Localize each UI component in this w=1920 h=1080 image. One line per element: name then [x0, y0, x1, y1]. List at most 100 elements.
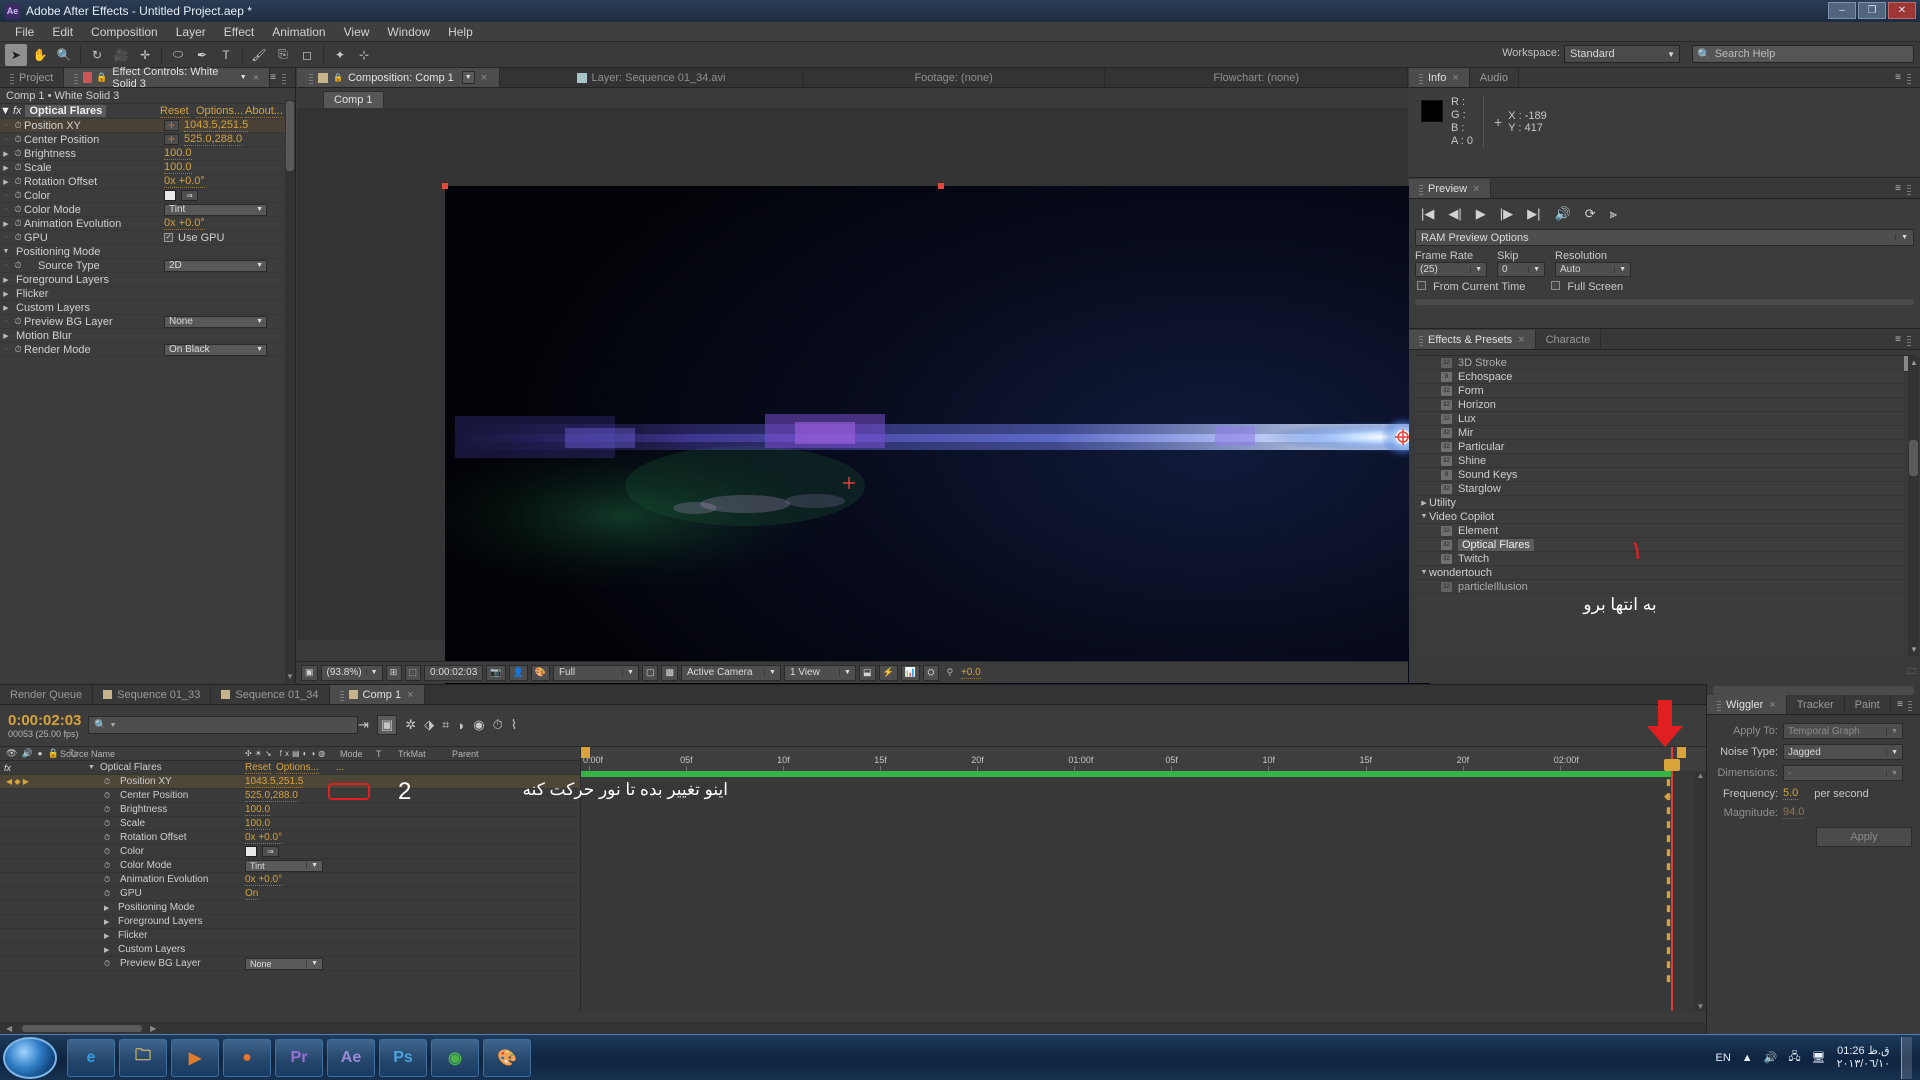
- menu-layer[interactable]: Layer: [167, 22, 215, 42]
- twirl-down-icon[interactable]: ▼: [88, 764, 95, 771]
- stopwatch-icon[interactable]: ⏱: [12, 316, 24, 327]
- timeline-prop-value[interactable]: 1043.5,251.5: [245, 776, 304, 788]
- next-frame-icon[interactable]: |▶: [1500, 206, 1513, 222]
- effect-controls-scrollbar[interactable]: ▼: [285, 100, 295, 683]
- effect-options-link[interactable]: Options...: [196, 105, 244, 118]
- camera-tool-icon[interactable]: 🎥: [110, 44, 132, 66]
- menu-file[interactable]: File: [6, 22, 43, 42]
- twirl-right-icon[interactable]: ▶: [0, 290, 12, 298]
- solo-icon[interactable]: ●: [38, 749, 43, 758]
- effect-list-item[interactable]: ▼ wondertouch: [1415, 566, 1904, 580]
- wiggler-top-scrollbar[interactable]: [1713, 686, 1914, 695]
- timeline-prop-value[interactable]: 0x +0.0°: [245, 874, 283, 886]
- panel-menu-icon[interactable]: ≡: [270, 72, 276, 83]
- timeline-tab-sequence-01-34[interactable]: Sequence 01_34: [211, 685, 330, 704]
- effect-row-value[interactable]: 0x +0.0°: [164, 217, 205, 230]
- effect-list-item[interactable]: 32 Starglow: [1415, 482, 1904, 496]
- stopwatch-icon[interactable]: ⏱: [104, 833, 110, 843]
- close-icon[interactable]: ×: [1473, 183, 1479, 195]
- time-indicator-handle[interactable]: [1664, 759, 1680, 771]
- fast-previews-icon[interactable]: ⚡: [878, 664, 898, 681]
- video-visibility-icon[interactable]: 👁: [6, 748, 17, 759]
- noise-type-select[interactable]: Jagged ▼: [1783, 744, 1903, 760]
- clone-tool-icon[interactable]: ⎘: [272, 44, 294, 66]
- timeline-prop-dropdown[interactable]: None ▼: [245, 957, 323, 970]
- from-current-time-checkbox[interactable]: From Current Time: [1417, 281, 1525, 293]
- preview-scrollbar[interactable]: [1415, 299, 1914, 305]
- handle-tl[interactable]: [442, 183, 448, 189]
- start-button[interactable]: [3, 1036, 57, 1079]
- effect-row-color[interactable]: · ⏱ Color ⇒: [0, 189, 295, 203]
- lock-icon[interactable]: 🔒: [48, 748, 59, 759]
- effect-row-value[interactable]: 0x +0.0°: [164, 175, 205, 188]
- tab-effect-controls[interactable]: 🔒 Effect Controls: White Solid 3 ▼ ×: [64, 66, 271, 90]
- taskbar-after-effects[interactable]: Ae: [327, 1038, 375, 1077]
- timeline-tab-render-queue[interactable]: Render Queue: [0, 685, 94, 704]
- minimize-button[interactable]: –: [1828, 2, 1856, 19]
- scrollbar-thumb[interactable]: [1909, 440, 1918, 476]
- tab-wiggler[interactable]: Wiggler ×: [1707, 695, 1787, 714]
- pen-tool-icon[interactable]: ✒: [191, 44, 213, 66]
- menu-edit[interactable]: Edit: [43, 22, 82, 42]
- auto-keyframe-icon[interactable]: ⏱: [493, 717, 503, 733]
- maximize-button[interactable]: ❐: [1858, 2, 1886, 19]
- lock-icon[interactable]: 🔒: [333, 73, 343, 82]
- stopwatch-icon[interactable]: ⏱: [104, 819, 110, 829]
- effect-list-item[interactable]: 32 particleIllusion: [1415, 580, 1904, 594]
- twirl-right-icon[interactable]: ▶: [1419, 499, 1429, 507]
- timeline-prop-value[interactable]: On: [245, 888, 259, 900]
- eyedropper-icon[interactable]: ⇒: [262, 846, 279, 857]
- choose-grid-icon[interactable]: ⊞: [385, 664, 402, 681]
- rotation-tool-icon[interactable]: ↻: [86, 44, 108, 66]
- eraser-tool-icon[interactable]: ◻: [296, 44, 318, 66]
- scrollbar-thumb[interactable]: [22, 1024, 143, 1032]
- composition-stage[interactable]: [297, 108, 1433, 734]
- twirl-down-icon[interactable]: ▼: [1419, 569, 1429, 576]
- timeline-horizontal-scrollbar[interactable]: ◀ ▶: [0, 1022, 1706, 1034]
- twirl-down-icon[interactable]: ▼: [0, 105, 11, 117]
- scroll-down-icon[interactable]: ▼: [1910, 645, 1918, 654]
- timeline-prop-value[interactable]: 525.0,288.0: [245, 790, 298, 802]
- viewer-tab-3[interactable]: Flowchart: (none): [1105, 68, 1409, 87]
- color-swatch[interactable]: [164, 190, 176, 201]
- menu-effect[interactable]: Effect: [215, 22, 263, 42]
- handle-tc[interactable]: [937, 183, 944, 189]
- stopwatch-icon[interactable]: ⏱: [12, 176, 24, 187]
- effect-row-rotation-offset[interactable]: ▶ ⏱ Rotation Offset 0x +0.0°: [0, 175, 295, 189]
- close-icon[interactable]: ×: [253, 72, 259, 84]
- stopwatch-icon[interactable]: ⏱: [104, 805, 110, 815]
- stopwatch-icon[interactable]: ⏱: [104, 889, 110, 899]
- effect-row-foreground-layers[interactable]: ▶ Foreground Layers: [0, 273, 295, 287]
- timeline-prop-dropdown[interactable]: Tint ▼: [245, 859, 323, 872]
- taskbar-chrome[interactable]: ◉: [431, 1038, 479, 1077]
- effect-list-item[interactable]: 8 Echospace: [1415, 370, 1904, 384]
- effect-row-value[interactable]: 100.0: [164, 161, 192, 174]
- effect-reset-link[interactable]: Reset: [160, 105, 189, 118]
- effect-row-animation-evolution[interactable]: ▶ ⏱ Animation Evolution 0x +0.0°: [0, 217, 295, 231]
- timeline-track-area[interactable]: ▮ ▮ ▮ ▮ ▮ ▮ ▮ ▮ ▮ ▮ ▮ ▮ ▮ ▮ ▮ ◆: [580, 771, 1706, 1011]
- tab-effects-presets[interactable]: Effects & Presets ×: [1409, 330, 1536, 349]
- menu-help[interactable]: Help: [439, 22, 482, 42]
- close-icon[interactable]: ×: [407, 689, 413, 701]
- tab-paint[interactable]: Paint: [1844, 695, 1891, 714]
- timeline-vertical-scrollbar[interactable]: ▲ ▼: [1695, 771, 1706, 1011]
- apply-to-select[interactable]: Temporal Graph ▼: [1783, 723, 1903, 739]
- effect-row-render-mode[interactable]: · ⏱ Render Mode On Black ▼: [0, 343, 295, 357]
- audio-icon[interactable]: 🔊: [1555, 206, 1571, 222]
- twirl-right-icon[interactable]: ▶: [0, 220, 12, 228]
- effect-list-item[interactable]: ▼ Video Copilot: [1415, 510, 1904, 524]
- previous-frame-icon[interactable]: ◀|: [1448, 206, 1461, 222]
- pan-behind-tool-icon[interactable]: ✛: [134, 44, 156, 66]
- motion-blur-icon[interactable]: ⌗: [442, 717, 449, 733]
- position-picker-icon[interactable]: ✛: [164, 120, 179, 131]
- resolution-select[interactable]: Full ▼: [552, 664, 639, 681]
- effect-list-item[interactable]: 32 Particular: [1415, 440, 1904, 454]
- effect-row-value[interactable]: 100.0: [164, 147, 192, 160]
- timeline-reset-link[interactable]: Reset: [245, 762, 272, 774]
- close-icon[interactable]: ×: [1518, 334, 1524, 346]
- timeline-prop-value[interactable]: 100.0: [245, 804, 271, 816]
- twirl-right-icon[interactable]: ▶: [0, 276, 12, 284]
- full-screen-checkbox[interactable]: Full Screen: [1551, 281, 1623, 293]
- taskbar-premiere-pro[interactable]: Pr: [275, 1038, 323, 1077]
- tab-info[interactable]: Info ×: [1409, 68, 1470, 87]
